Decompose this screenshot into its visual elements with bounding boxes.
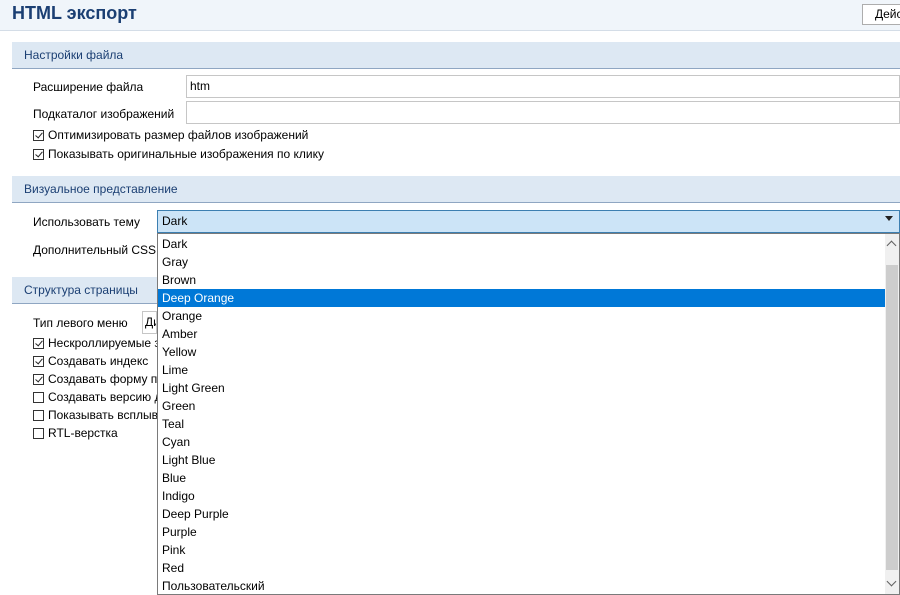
theme-option[interactable]: Gray xyxy=(158,253,886,271)
show-original-label: Показывать оригинальные изображения по к… xyxy=(48,147,324,161)
theme-option[interactable]: Amber xyxy=(158,325,886,343)
theme-option[interactable]: Green xyxy=(158,397,886,415)
chevron-up-icon xyxy=(886,240,897,251)
theme-label: Использовать тему xyxy=(33,215,140,229)
page-title: HTML экспорт xyxy=(12,3,137,23)
theme-option[interactable]: Brown xyxy=(158,271,886,289)
image-subdir-input[interactable] xyxy=(186,101,900,124)
optimize-images-checkbox[interactable] xyxy=(33,129,44,141)
theme-option[interactable]: Pink xyxy=(158,541,886,559)
image-subdir-label: Подкаталог изображений xyxy=(33,107,175,121)
left-menu-type-select[interactable]: Ди xyxy=(142,311,157,334)
option-checkbox[interactable] xyxy=(33,337,44,349)
dropdown-arrow-icon[interactable] xyxy=(885,216,893,221)
left-menu-type-label: Тип левого меню xyxy=(33,316,128,330)
theme-option[interactable]: Red xyxy=(158,559,886,577)
option-label: Нескроллируемые за xyxy=(48,336,157,350)
theme-option[interactable]: Blue xyxy=(158,469,886,487)
theme-option[interactable]: Lime xyxy=(158,361,886,379)
chevron-down-icon xyxy=(886,576,897,587)
theme-option[interactable]: Пользовательский xyxy=(158,577,886,594)
option-row[interactable]: Создавать индекс xyxy=(33,353,148,369)
theme-option[interactable]: Orange xyxy=(158,307,886,325)
option-row[interactable]: Создавать версию д xyxy=(33,389,157,405)
theme-option[interactable]: Light Blue xyxy=(158,451,886,469)
file-extension-label: Расширение файла xyxy=(33,80,144,94)
section-file-settings[interactable]: Настройки файла xyxy=(12,42,900,69)
show-original-checkbox[interactable] xyxy=(33,148,44,160)
option-row[interactable]: Показывать всплыва xyxy=(33,407,157,423)
actions-button[interactable]: Действия xyxy=(862,4,900,25)
theme-option[interactable]: Yellow xyxy=(158,343,886,361)
theme-dropdown-list[interactable]: Dark Gray Brown Deep Orange Orange Amber… xyxy=(157,233,900,595)
theme-option-highlighted[interactable]: Deep Orange xyxy=(158,289,886,307)
dropdown-scrollbar[interactable] xyxy=(885,234,899,594)
structure-options: Нескроллируемые за Создавать индекс Созд… xyxy=(33,335,157,445)
show-original-checkbox-row[interactable]: Показывать оригинальные изображения по к… xyxy=(33,146,324,162)
option-checkbox[interactable] xyxy=(33,409,44,421)
theme-option[interactable]: Light Green xyxy=(158,379,886,397)
scroll-down-button[interactable] xyxy=(885,574,899,594)
theme-select[interactable]: Dark xyxy=(157,210,900,233)
option-label: RTL-верстка xyxy=(48,426,118,440)
theme-option[interactable]: Purple xyxy=(158,523,886,541)
option-label: Показывать всплыва xyxy=(48,408,157,422)
option-label: Создавать форму по xyxy=(48,372,157,386)
theme-option[interactable]: Cyan xyxy=(158,433,886,451)
optimize-images-checkbox-row[interactable]: Оптимизировать размер файлов изображений xyxy=(33,127,308,143)
section-page-structure[interactable]: Структура страницы xyxy=(12,277,157,304)
scrollbar-thumb[interactable] xyxy=(886,265,898,570)
option-label: Создавать индекс xyxy=(48,354,149,368)
option-label: Создавать версию д xyxy=(48,390,157,404)
theme-option[interactable]: Indigo xyxy=(158,487,886,505)
option-row[interactable]: Нескроллируемые за xyxy=(33,335,157,351)
optimize-images-label: Оптимизировать размер файлов изображений xyxy=(48,128,309,142)
option-checkbox[interactable] xyxy=(33,355,44,367)
option-row[interactable]: Создавать форму по xyxy=(33,371,157,387)
option-checkbox[interactable] xyxy=(33,391,44,403)
file-extension-input[interactable]: htm xyxy=(186,75,900,98)
option-checkbox[interactable] xyxy=(33,427,44,439)
theme-option[interactable]: Deep Purple xyxy=(158,505,886,523)
theme-option[interactable]: Teal xyxy=(158,415,886,433)
section-visual[interactable]: Визуальное представление xyxy=(12,176,900,203)
theme-option[interactable]: Dark xyxy=(158,235,886,253)
option-row[interactable]: RTL-верстка xyxy=(33,425,118,441)
option-checkbox[interactable] xyxy=(33,373,44,385)
extra-css-label: Дополнительный CSS xyxy=(33,243,157,257)
scroll-up-button[interactable] xyxy=(885,234,899,260)
